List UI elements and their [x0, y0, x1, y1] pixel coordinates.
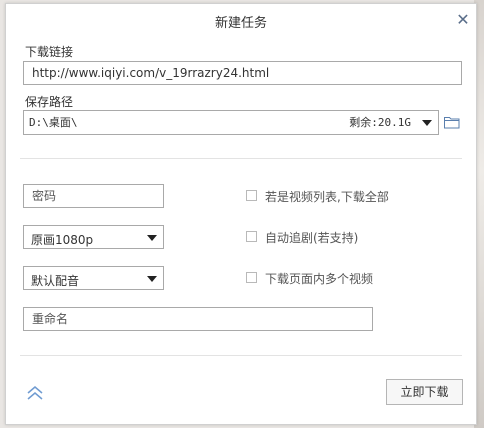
close-icon[interactable]: ✕	[456, 12, 470, 28]
rename-input[interactable]	[23, 307, 373, 331]
divider-top	[20, 158, 462, 159]
free-space-label: 剩余:20.1G	[349, 116, 411, 129]
download-link-label: 下载链接	[25, 45, 74, 59]
rename-field[interactable]	[32, 308, 372, 330]
download-all-checkbox[interactable]	[246, 190, 257, 201]
audio-value: 默认配音	[31, 274, 80, 288]
folder-icon[interactable]	[443, 114, 461, 130]
chevron-down-icon	[147, 276, 157, 282]
password-input[interactable]	[23, 184, 164, 208]
new-task-dialog: 新建任务 ✕ 下载链接 http://www.iqiyi.com/v_19rra…	[5, 3, 477, 425]
download-link-value: http://www.iqiyi.com/v_19rrazry24.html	[32, 66, 270, 80]
chevron-down-icon	[422, 120, 432, 126]
password-field[interactable]	[32, 185, 163, 207]
auto-follow-label: 自动追剧(若支持)	[265, 231, 359, 245]
save-path-value: D:\桌面\	[29, 116, 78, 129]
quality-select[interactable]: 原画1080p	[23, 225, 164, 249]
download-now-button[interactable]: 立即下载	[386, 379, 463, 405]
save-path-select[interactable]: D:\桌面\ 剩余:20.1G	[23, 110, 439, 135]
multi-video-label: 下载页面内多个视频	[265, 272, 374, 286]
auto-follow-checkbox[interactable]	[246, 231, 257, 242]
multi-video-checkbox[interactable]	[246, 272, 257, 283]
download-link-input[interactable]: http://www.iqiyi.com/v_19rrazry24.html	[23, 61, 462, 85]
chevron-down-icon	[147, 235, 157, 241]
audio-select[interactable]: 默认配音	[23, 266, 164, 290]
divider-bottom	[20, 355, 462, 356]
download-all-label: 若是视频列表,下载全部	[265, 190, 389, 204]
save-path-label: 保存路径	[25, 95, 74, 109]
double-chevron-up-icon[interactable]	[26, 384, 44, 402]
dialog-title: 新建任务	[214, 16, 267, 31]
quality-value: 原画1080p	[31, 233, 94, 247]
